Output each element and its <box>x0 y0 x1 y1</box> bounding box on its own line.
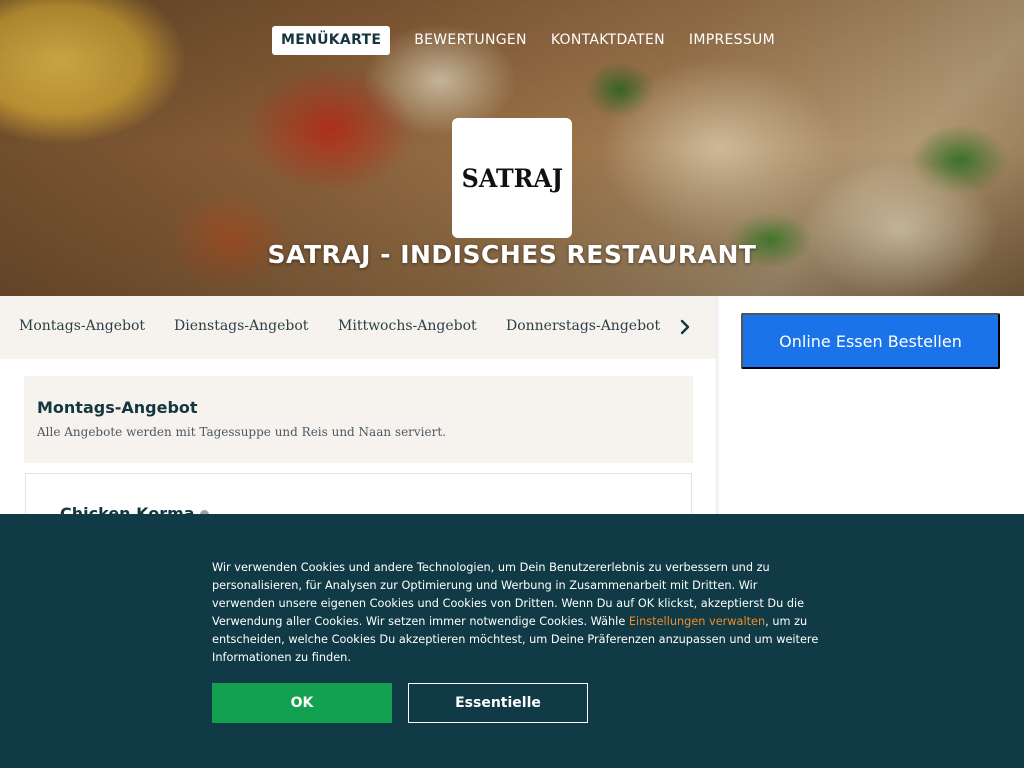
nav-menukarte[interactable]: MENÜKARTE <box>272 26 391 55</box>
tab-donnerstags-angebot[interactable]: Donnerstags-Angebot <box>506 318 660 334</box>
manage-settings-link[interactable]: Einstellungen verwalten <box>629 615 765 628</box>
cookie-banner: Wir verwenden Cookies und andere Technol… <box>0 514 1024 768</box>
tab-mittwochs-angebot[interactable]: Mittwochs-Angebot <box>338 318 477 334</box>
cookie-text: Wir verwenden Cookies und andere Technol… <box>212 559 822 667</box>
category-tabs: Montags-Angebot Dienstags-Angebot Mittwo… <box>0 296 716 359</box>
hero-banner: MENÜKARTE BEWERTUNGEN KONTAKTDATEN IMPRE… <box>0 0 1024 296</box>
top-navigation: MENÜKARTE BEWERTUNGEN KONTAKTDATEN IMPRE… <box>272 26 787 55</box>
cookie-essential-button[interactable]: Essentielle <box>408 683 588 723</box>
restaurant-title: SATRAJ - INDISCHES RESTAURANT <box>267 240 757 269</box>
nav-impressum[interactable]: IMPRESSUM <box>677 26 787 55</box>
section-header: Montags-Angebot Alle Angebote werden mit… <box>24 376 693 463</box>
logo-text: SATRAJ <box>461 163 563 193</box>
nav-bewertungen[interactable]: BEWERTUNGEN <box>402 26 539 55</box>
chevron-right-icon[interactable] <box>676 317 694 337</box>
section-description: Alle Angebote werden mit Tagessuppe und … <box>37 425 446 439</box>
tab-dienstags-angebot[interactable]: Dienstags-Angebot <box>174 318 308 334</box>
tab-montags-angebot[interactable]: Montags-Angebot <box>19 318 145 334</box>
restaurant-logo: SATRAJ <box>452 118 572 238</box>
nav-kontaktdaten[interactable]: KONTAKTDATEN <box>539 26 677 55</box>
cookie-ok-button[interactable]: OK <box>212 683 392 723</box>
section-title: Montags-Angebot <box>37 398 198 417</box>
order-online-button[interactable]: Online Essen Bestellen <box>741 313 1000 369</box>
